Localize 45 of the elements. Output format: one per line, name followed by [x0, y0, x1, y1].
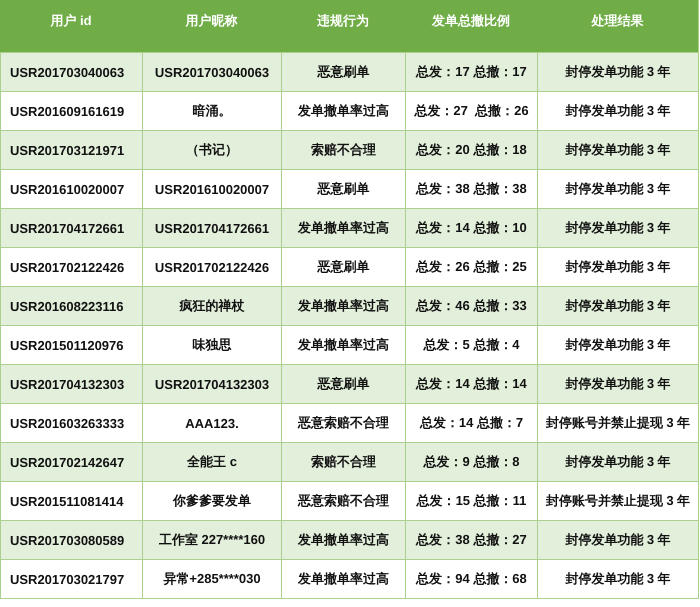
table-cell: 总发：9 总撤：8 [405, 442, 537, 481]
table-cell: 索赔不合理 [281, 130, 405, 169]
table-cell: USR201703121971 [0, 130, 142, 169]
table-cell: 封停发单功能 3 年 [537, 364, 698, 403]
table-cell: 发单撤单率过高 [281, 208, 405, 247]
table-cell: 发单撤单率过高 [281, 286, 405, 325]
table-cell: 疯狂的禅杖 [142, 286, 281, 325]
column-header: 用户昵称 [142, 0, 281, 52]
table-cell: USR201704132303 [0, 364, 142, 403]
table-cell: 封停发单功能 3 年 [537, 286, 698, 325]
column-header: 违规行为 [281, 0, 405, 52]
table-cell: USR201702142647 [0, 442, 142, 481]
column-header: 发单总撤比例 [405, 0, 537, 52]
table-cell: 封停发单功能 3 年 [537, 559, 698, 598]
table-cell: 总发：46 总撤：33 [405, 286, 537, 325]
table-cell: 发单撤单率过高 [281, 520, 405, 559]
table-cell: 恶意刷单 [281, 364, 405, 403]
table-cell: 总发：94 总撤：68 [405, 559, 537, 598]
table-cell: 发单撤单率过高 [281, 559, 405, 598]
table-cell: 总发：14 总撤：14 [405, 364, 537, 403]
table-cell: 总发：20 总撤：18 [405, 130, 537, 169]
column-header: 处理结果 [537, 0, 698, 52]
table-cell: USR201703040063 [0, 52, 142, 91]
table-cell: USR201704172661 [142, 208, 281, 247]
table-cell: 封停发单功能 3 年 [537, 208, 698, 247]
table-cell: 全能王 c [142, 442, 281, 481]
table-cell: 总发：38 总撤：27 [405, 520, 537, 559]
table-cell: USR201704132303 [142, 364, 281, 403]
table-cell: 封停发单功能 3 年 [537, 520, 698, 559]
table-cell: USR201704172661 [0, 208, 142, 247]
table-cell: USR201703080589 [0, 520, 142, 559]
table-cell: 总发：14 总撤：10 [405, 208, 537, 247]
table-cell: 总发：17 总撤：17 [405, 52, 537, 91]
table-cell: 异常+285****030 [142, 559, 281, 598]
table-cell: 索赔不合理 [281, 442, 405, 481]
table-cell: USR201703040063 [142, 52, 281, 91]
table-cell: 封停发单功能 3 年 [537, 52, 698, 91]
table-cell: 工作室 227****160 [142, 520, 281, 559]
table-cell: 恶意刷单 [281, 52, 405, 91]
table-cell: USR201608223116 [0, 286, 142, 325]
column-header: 用户 id [0, 0, 142, 52]
table-cell: 封停发单功能 3 年 [537, 442, 698, 481]
table-cell: USR201703021797 [0, 559, 142, 598]
table-cell: 封停发单功能 3 年 [537, 130, 698, 169]
table-cell: （书记） [142, 130, 281, 169]
